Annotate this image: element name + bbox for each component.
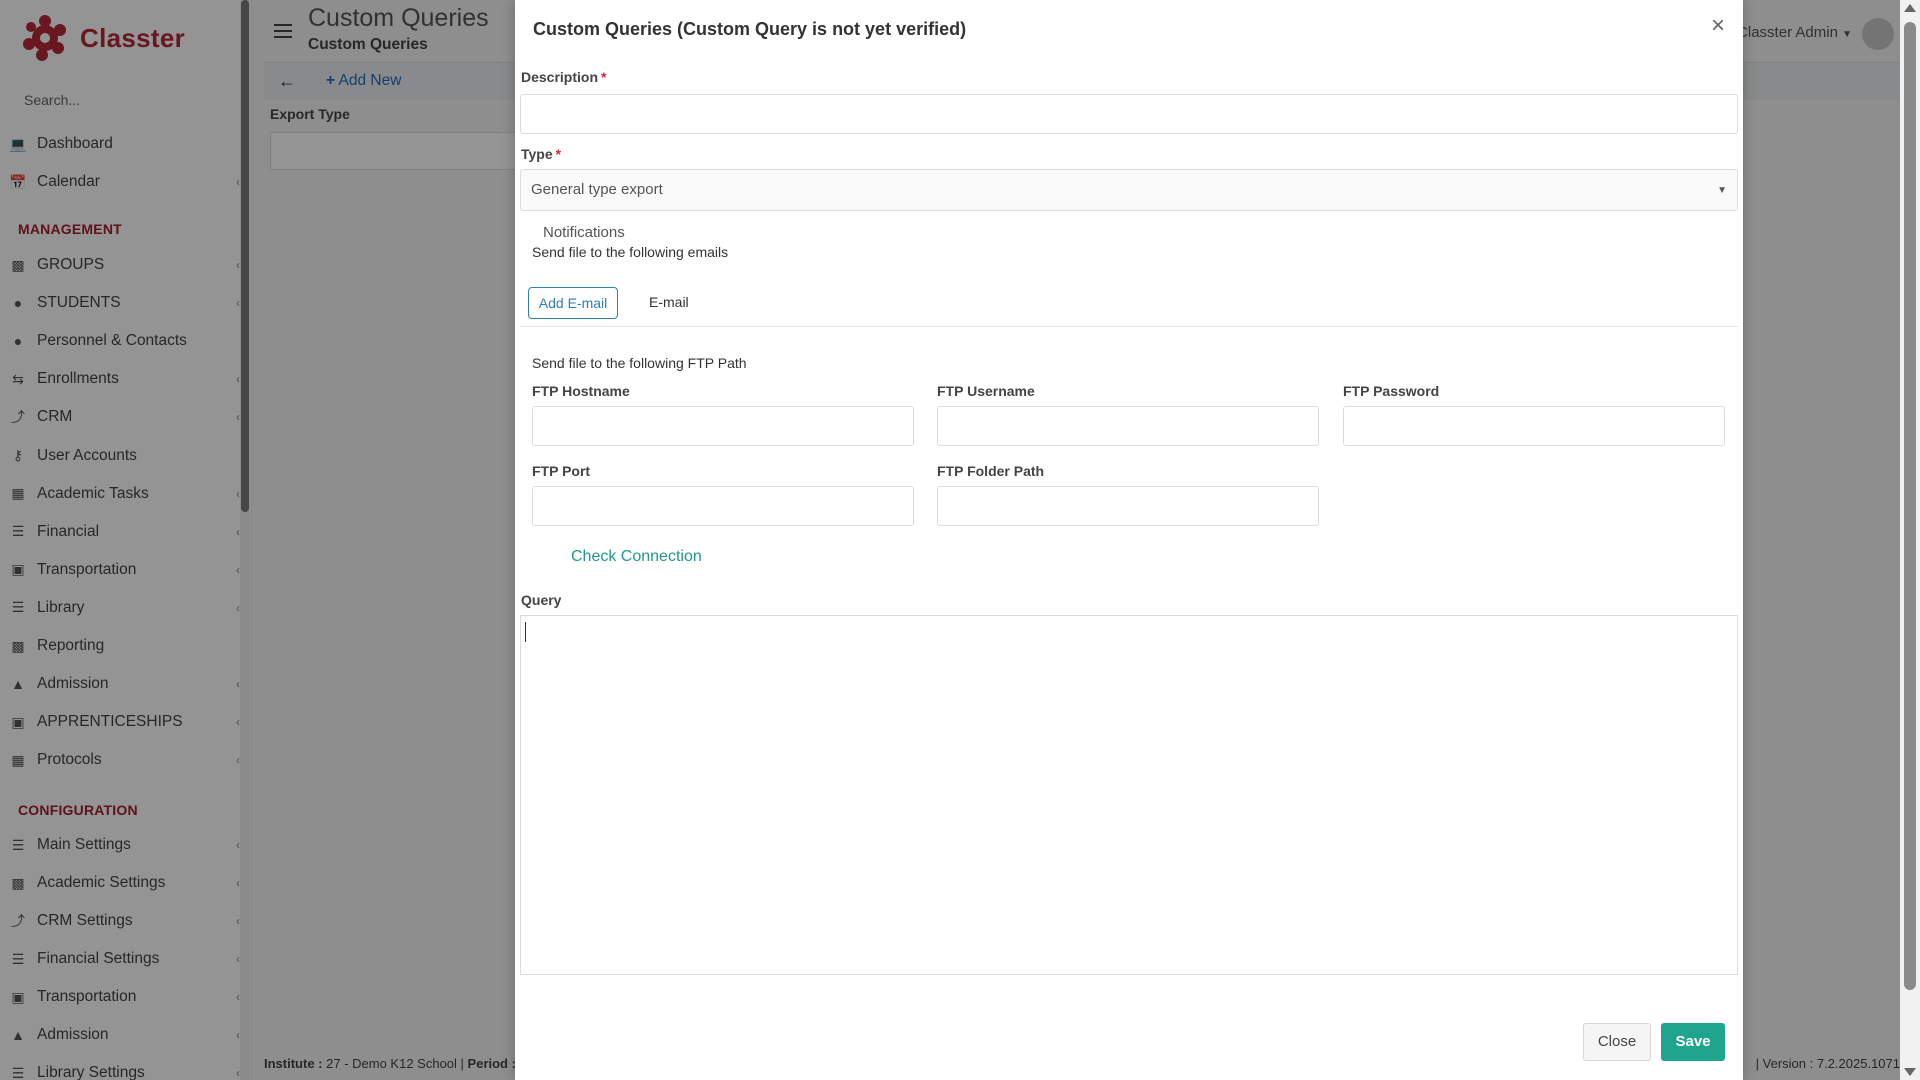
ftp-password-label: FTP Password [1343, 383, 1440, 399]
query-textarea[interactable] [520, 615, 1738, 975]
save-button[interactable]: Save [1661, 1023, 1725, 1061]
scroll-up-icon[interactable] [1904, 4, 1916, 12]
required-asterisk: * [601, 69, 607, 85]
ftp-hostname-input[interactable] [532, 406, 914, 446]
scroll-down-icon[interactable] [1904, 1068, 1916, 1076]
page-scrollbar[interactable] [1900, 0, 1920, 1080]
email-column-header: E-mail [649, 294, 689, 310]
send-emails-text: Send file to the following emails [532, 244, 729, 260]
ftp-folder-label: FTP Folder Path [937, 463, 1045, 479]
type-label-text: Type [521, 146, 553, 162]
ftp-password-input[interactable] [1343, 406, 1725, 446]
modal-title: Custom Queries (Custom Query is not yet … [533, 19, 967, 39]
description-input[interactable] [520, 94, 1738, 134]
type-label: Type * [521, 146, 561, 162]
ftp-hostname-label: FTP Hostname [532, 383, 630, 399]
page-scrollbar-thumb[interactable] [1904, 22, 1916, 990]
caret-down-icon: ▼ [1717, 185, 1727, 196]
custom-query-modal: Custom Queries (Custom Query is not yet … [515, 0, 1743, 1080]
ftp-port-input[interactable] [532, 486, 914, 526]
add-email-button[interactable]: Add E-mail [528, 287, 618, 319]
type-select[interactable]: General type export ▼ [520, 169, 1738, 211]
divider [520, 326, 1738, 327]
ftp-username-label: FTP Username [937, 383, 1035, 399]
description-label-text: Description [521, 69, 599, 85]
description-label: Description * [521, 69, 606, 85]
send-ftp-text: Send file to the following FTP Path [532, 355, 747, 371]
notifications-title: Notifications [543, 224, 625, 241]
check-connection-link[interactable]: Check Connection [571, 548, 702, 566]
close-icon[interactable]: × [1711, 14, 1725, 38]
ftp-folder-input[interactable] [937, 486, 1319, 526]
query-label: Query [521, 592, 562, 608]
ftp-port-label: FTP Port [532, 463, 591, 479]
close-button[interactable]: Close [1583, 1023, 1651, 1061]
required-asterisk: * [555, 146, 562, 162]
type-select-value: General type export [531, 181, 663, 198]
text-cursor [525, 622, 526, 642]
ftp-username-input[interactable] [937, 406, 1319, 446]
